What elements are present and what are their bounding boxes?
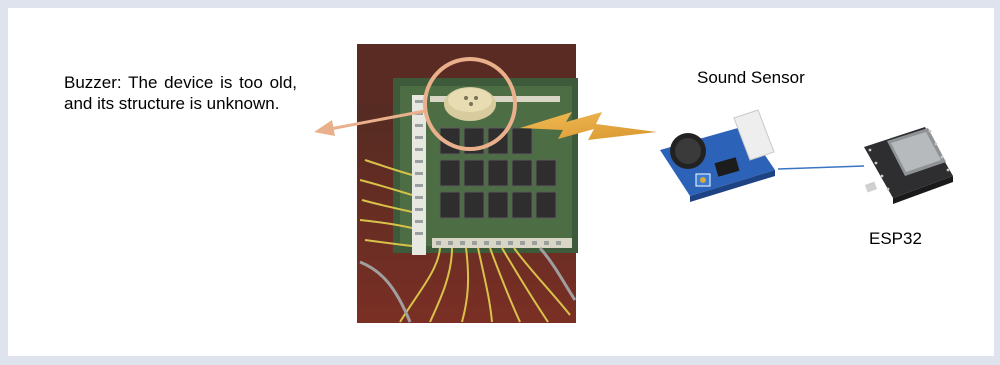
sound-sensor-label: Sound Sensor <box>697 68 805 87</box>
relay-panel-photo <box>357 44 578 323</box>
sensor-to-esp32-link <box>777 165 865 170</box>
esp32-board-icon <box>864 127 953 204</box>
sound-sensor-module-icon <box>660 109 775 202</box>
diagram-graphics <box>314 44 953 323</box>
esp32-label: ESP32 <box>869 229 922 248</box>
